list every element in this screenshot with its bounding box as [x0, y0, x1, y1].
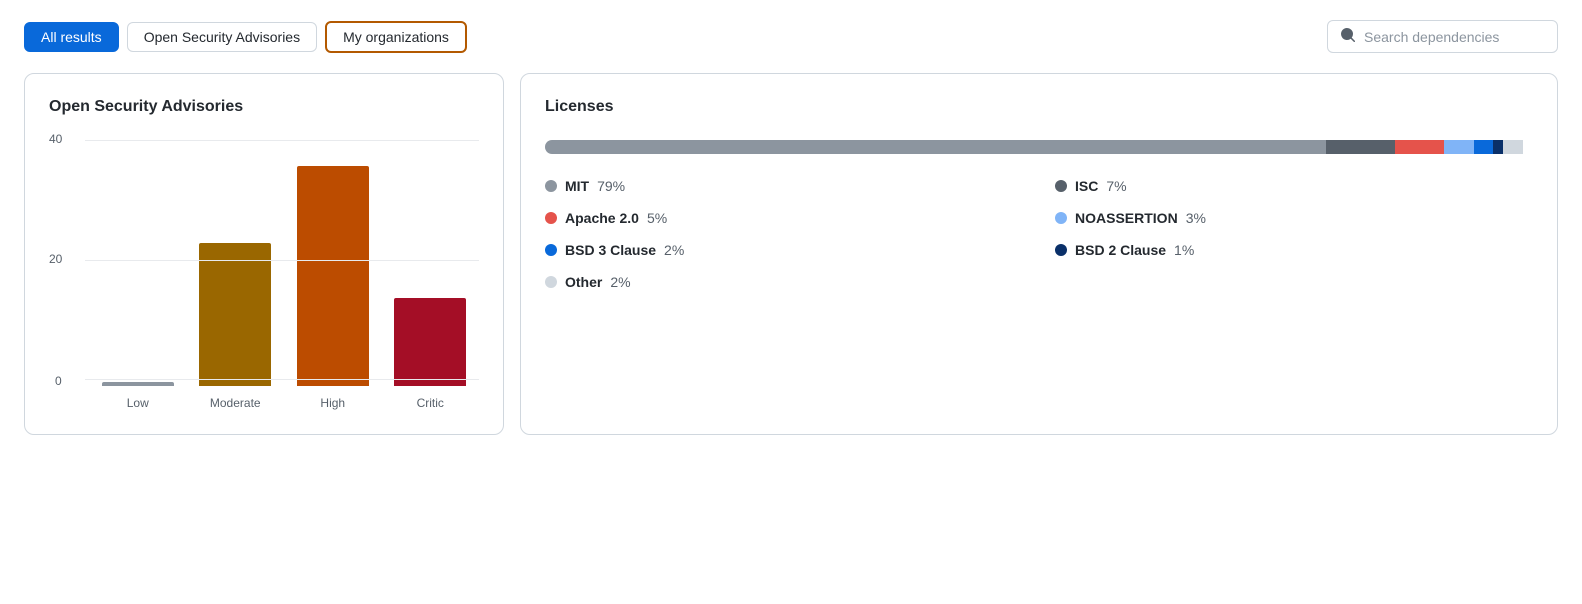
legend-apache: Apache 2.0 5% [545, 210, 1023, 226]
legend-pct-other: 2% [610, 274, 630, 290]
legend-other: Other 2% [545, 274, 1023, 290]
chart-card-title: Open Security Advisories [49, 98, 479, 116]
bar-label-moderate: Moderate [210, 392, 261, 410]
dot-bsd2 [1055, 244, 1067, 256]
legend-name-noassertion: NOASSERTION [1075, 210, 1178, 226]
license-legend: MIT 79% ISC 7% Apache 2.0 5% NOASSERTION… [545, 178, 1533, 290]
bar-other [1503, 140, 1523, 154]
bar-isc [1326, 140, 1395, 154]
legend-bsd3: BSD 3 Clause 2% [545, 242, 1023, 258]
legend-name-mit: MIT [565, 178, 589, 194]
legend-pct-isc: 7% [1106, 178, 1126, 194]
tab-all-results[interactable]: All results [24, 22, 119, 52]
legend-isc: ISC 7% [1055, 178, 1533, 194]
bar-low: Low [89, 382, 187, 410]
license-bar [545, 140, 1533, 154]
tab-my-organizations[interactable]: My organizations [325, 21, 467, 53]
legend-pct-noassertion: 3% [1186, 210, 1206, 226]
legend-noassertion: NOASSERTION 3% [1055, 210, 1533, 226]
bar-label-high: High [320, 392, 345, 410]
legend-pct-mit: 79% [597, 178, 625, 194]
bar-noassertion [1444, 140, 1474, 154]
dot-noassertion [1055, 212, 1067, 224]
y-label-40: 40 [49, 132, 62, 146]
tab-open-security-advisories[interactable]: Open Security Advisories [127, 22, 317, 52]
dot-other [545, 276, 557, 288]
y-label-20: 20 [49, 252, 62, 266]
legend-name-isc: ISC [1075, 178, 1098, 194]
legend-pct-bsd2: 1% [1174, 242, 1194, 258]
legend-bsd2: BSD 2 Clause 1% [1055, 242, 1533, 258]
dot-bsd3 [545, 244, 557, 256]
bar-bsd2 [1493, 140, 1503, 154]
licenses-card-title: Licenses [545, 98, 1533, 116]
bar-label-critic: Critic [417, 392, 444, 410]
y-label-0: 0 [55, 374, 62, 388]
legend-pct-bsd3: 2% [664, 242, 684, 258]
legend-name-other: Other [565, 274, 602, 290]
legend-mit: MIT 79% [545, 178, 1023, 194]
search-box [1327, 20, 1558, 53]
search-icon [1340, 27, 1356, 46]
bar-mit [545, 140, 1326, 154]
dot-isc [1055, 180, 1067, 192]
bar-bsd3 [1474, 140, 1494, 154]
legend-pct-apache: 5% [647, 210, 667, 226]
dot-mit [545, 180, 557, 192]
top-navigation: All results Open Security Advisories My … [24, 20, 1558, 53]
legend-name-apache: Apache 2.0 [565, 210, 639, 226]
bar-label-low: Low [127, 392, 149, 410]
legend-name-bsd3: BSD 3 Clause [565, 242, 656, 258]
licenses-card: Licenses MIT 79% ISC 7% [520, 73, 1558, 435]
cards-row: Open Security Advisories 40 20 0 Low [24, 73, 1558, 435]
legend-name-bsd2: BSD 2 Clause [1075, 242, 1166, 258]
bar-apache [1395, 140, 1444, 154]
dot-apache [545, 212, 557, 224]
security-advisories-card: Open Security Advisories 40 20 0 Low [24, 73, 504, 435]
search-input[interactable] [1364, 29, 1545, 45]
